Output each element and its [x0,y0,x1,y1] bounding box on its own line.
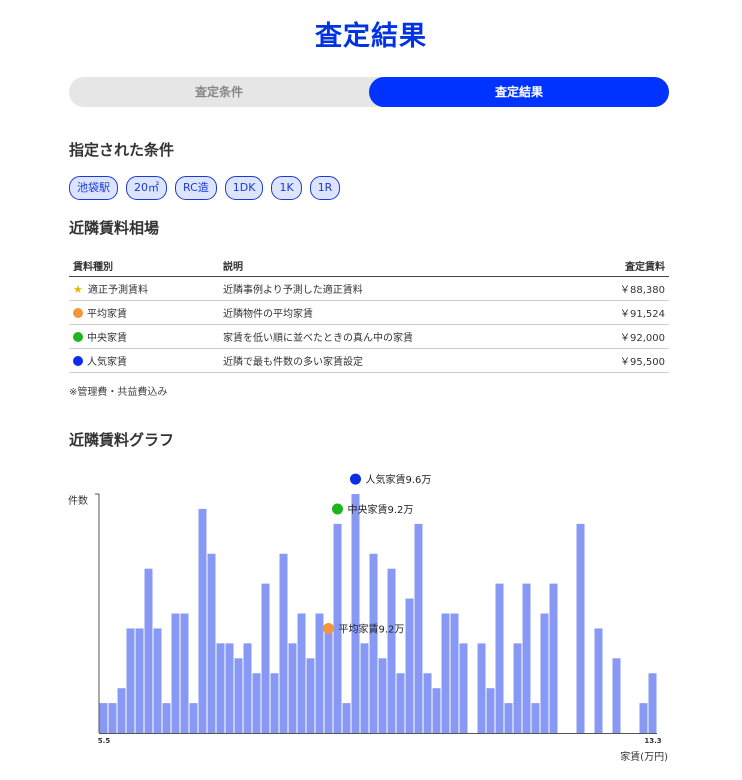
histogram-bar [594,628,603,733]
histogram-bar [306,658,315,733]
histogram-bar [99,703,108,733]
histogram-bar [252,673,261,733]
histogram-bar [324,628,333,733]
x-tick-label: 13.3 [644,737,661,745]
histogram-bar [459,643,468,733]
histogram-bar [171,613,180,733]
histogram-bar [648,673,657,733]
histogram-bar [108,703,117,733]
x-tick-label: 5.5 [98,737,111,745]
histogram-bar [522,583,531,733]
histogram-bar [270,673,279,733]
histogram-bar [477,643,486,733]
rent-histogram: 件数家賃(万円) 5.5 13.3 人気家賃9.6万中央家賃9.2万平均家賃9.2万 [68,473,668,763]
histogram-bar [243,643,252,733]
y-axis-label: 件数 [68,494,88,507]
histogram-bar [207,553,216,733]
histogram-bar [234,658,243,733]
histogram-bar [162,703,171,733]
histogram-bar [261,583,270,733]
histogram-bar [180,613,189,733]
annotation-dot [323,622,334,634]
histogram-bar [450,613,459,733]
histogram-bar [414,523,423,733]
histogram-bar [297,613,306,733]
histogram-bar [540,613,549,733]
x-axis-label: 家賃(万円) [620,750,668,763]
histogram-bar [504,703,513,733]
histogram-bar [342,703,351,733]
annotation-label: 平均家賃9.2万 [339,622,405,635]
histogram-bar [117,688,126,733]
annotation-label: 中央家賃9.2万 [348,503,414,516]
histogram-bar [549,583,558,733]
histogram-bar [135,628,144,733]
histogram-bar [441,613,450,733]
histogram-bar [423,673,432,733]
histogram-bar [198,508,207,733]
histogram-bar [432,688,441,733]
histogram-bar [396,673,405,733]
annotation-dot [350,473,361,485]
histogram-bar [315,613,324,733]
histogram-bar [378,658,387,733]
histogram-bar [387,568,396,733]
histogram-bar [513,643,522,733]
histogram-bar [225,643,234,733]
histogram-bar [531,703,540,733]
histogram-bar [639,703,648,733]
histogram-bar [126,628,135,733]
histogram-bar [351,494,360,733]
histogram-bar [189,703,198,733]
histogram-bar [495,583,504,733]
annotation-label: 人気家賃9.6万 [366,473,432,486]
histogram-bar [576,523,585,733]
histogram-bar [486,688,495,733]
annotation-dot [332,503,343,515]
histogram-bar [612,658,621,733]
histogram-bar [288,643,297,733]
histogram-bar [279,553,288,733]
histogram-bar [144,568,153,733]
histogram-bar [405,598,414,733]
histogram-bar [360,643,369,733]
histogram-bar [153,628,162,733]
histogram-bar [369,553,378,733]
histogram-bar [216,643,225,733]
